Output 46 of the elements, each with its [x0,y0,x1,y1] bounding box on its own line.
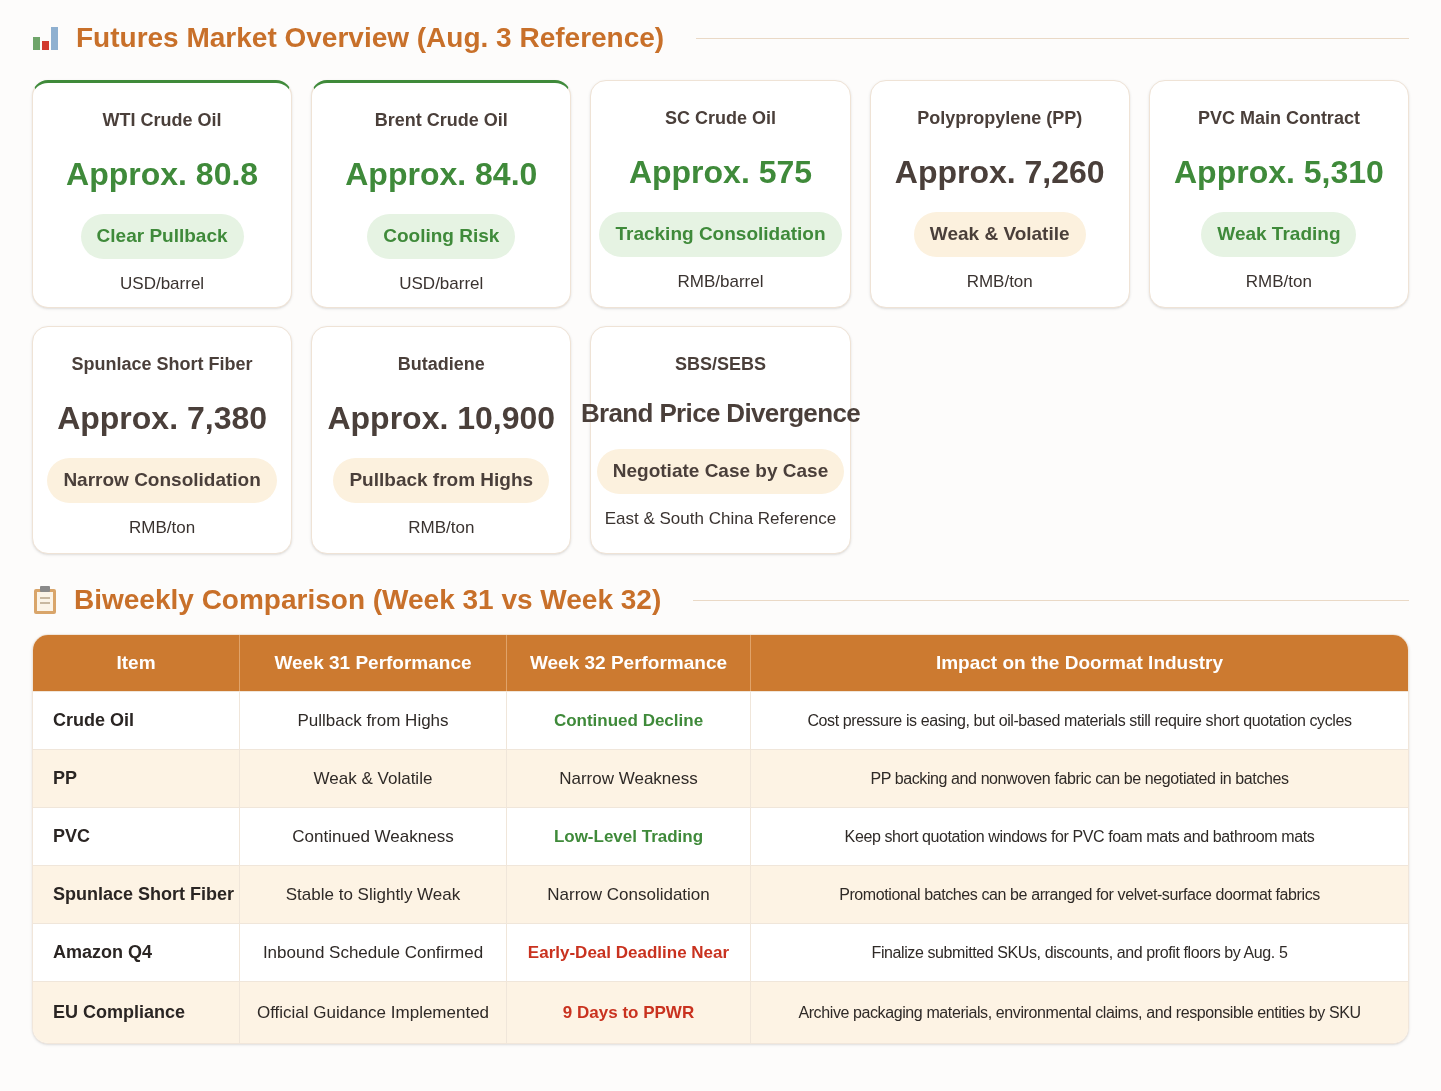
price-value: Approx. 84.0 [345,155,538,194]
table-cell-text: PP backing and nonwoven fabric can be negotiated in batches [869,768,1290,789]
commodity-name: WTI Crude Oil [102,109,222,132]
trend-tag: Pullback from Highs [333,458,550,503]
price-value: Approx. 80.8 [66,155,259,194]
commodity-name: Polypropylene (PP) [917,107,1083,130]
price-value: Approx. 5,310 [1173,153,1384,192]
bar-chart-icon [32,25,60,51]
unit-label: RMB/ton [129,516,196,539]
price-value: Approx. 10,900 [327,399,556,438]
unit-label: USD/barrel [120,272,205,295]
price-value: Approx. 7,380 [57,399,267,438]
table-cell: EU Compliance [33,982,240,1043]
unit-label: RMB/ton [966,270,1033,293]
clipboard-icon [32,585,58,615]
trend-tag: Negotiate Case by Case [596,449,845,494]
trend-tag: Weak Trading [1201,212,1357,257]
table-cell-text: Promotional batches can be arranged for velvet-surface doormat fabrics [838,884,1321,905]
table-cell-text: Archive packaging materials, environmental claims, and responsible entities by SKU [797,1002,1362,1023]
section-title: Biweekly Comparison (Week 31 vs Week 32) [74,583,662,617]
commodity-name: SC Crude Oil [665,107,776,130]
commodity-name: Brent Crude Oil [374,109,508,132]
trend-tag: Weak & Volatile [913,212,1086,257]
section-title: Futures Market Overview (Aug. 3 Reference) [76,21,665,55]
column-header: Impact on the Doormat Industry [934,650,1225,675]
commodity-name: Spunlace Short Fiber [71,353,253,376]
trend-tag: Tracking Consolidation [599,212,842,257]
price-value: Approx. 7,260 [894,153,1105,192]
table-cell-text: Cost pressure is easing, but oil-based materials still require short quotation cycles [806,710,1353,731]
unit-label: USD/barrel [399,272,484,295]
unit-label: RMB/barrel [677,270,764,293]
trend-tag: Cooling Risk [367,214,516,259]
table-cell: 9 Days to PPWR [507,982,751,1043]
commodity-name: SBS/SEBS [674,353,766,376]
commodity-name: PVC Main Contract [1197,107,1360,130]
price-value: Brand Price Divergence [580,397,861,430]
unit-label: RMB/ton [1245,270,1312,293]
commodity-name: Butadiene [397,353,485,376]
table-cell-text: Finalize submitted SKUs, discounts, and profit floors by Aug. 5 [870,942,1289,963]
table-cell: Official Guidance Implemented [240,982,507,1043]
trend-tag: Narrow Consolidation [47,458,277,503]
unit-label: East & South China Reference [604,507,837,530]
price-value: Approx. 575 [628,153,813,192]
trend-tag: Clear Pullback [80,214,244,259]
table-cell-text: Keep short quotation windows for PVC foam mats and bathroom mats [843,826,1316,847]
unit-label: RMB/ton [408,516,475,539]
